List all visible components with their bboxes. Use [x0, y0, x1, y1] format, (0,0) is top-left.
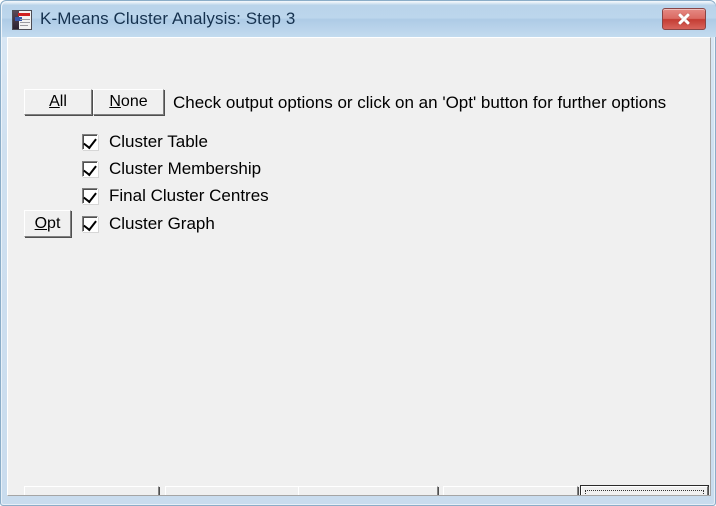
- option-row-cluster-membership: Cluster Membership: [82, 158, 261, 180]
- app-icon: [12, 10, 32, 30]
- finish-button[interactable]: Finish: [581, 486, 708, 497]
- cancel-button[interactable]: Cancel: [165, 486, 302, 497]
- option-label-final-cluster-centres: Final Cluster Centres: [109, 186, 269, 205]
- next-button-text: Next: [486, 496, 521, 497]
- option-label-cluster-table: Cluster Table: [109, 132, 208, 151]
- check-icon: [83, 134, 97, 150]
- check-icon: [83, 161, 97, 177]
- opt-button-label-rest: pt: [47, 214, 61, 232]
- select-none-button[interactable]: None: [93, 89, 164, 115]
- check-icon: [83, 188, 97, 204]
- checkbox-final-cluster-centres[interactable]: [82, 188, 98, 204]
- none-button-accel: N: [109, 93, 121, 110]
- next-button: Next >: [443, 486, 578, 497]
- opt-button-cluster-graph[interactable]: Opt: [24, 210, 71, 237]
- title-bar-sheen: [2, 2, 716, 5]
- finish-button-label-rest: inish: [632, 496, 667, 497]
- help-button-label-rest: elp: [86, 496, 109, 497]
- back-button[interactable]: < Back: [298, 486, 438, 497]
- window-title: K-Means Cluster Analysis: Step 3: [40, 9, 296, 28]
- all-button-label-rest: ll: [59, 93, 67, 110]
- option-label-cluster-graph: Cluster Graph: [109, 214, 215, 233]
- back-arrow-icon: <: [342, 496, 352, 497]
- help-button-accel: H: [74, 496, 86, 497]
- next-arrow-icon: >: [525, 496, 535, 497]
- option-label-cluster-membership: Cluster Membership: [109, 159, 262, 178]
- none-button-label-rest: one: [120, 93, 148, 110]
- option-row-cluster-graph: Cluster Graph: [82, 213, 215, 235]
- hint-text: Check output options or click on an 'Opt…: [173, 93, 667, 112]
- opt-button-accel: O: [34, 214, 48, 232]
- dialog-window: K-Means Cluster Analysis: Step 3 All Non…: [0, 0, 716, 506]
- dialog-client-area: All None Check output options or click o…: [7, 37, 711, 496]
- checkbox-cluster-graph[interactable]: [82, 216, 98, 232]
- help-button[interactable]: Help: [24, 486, 159, 497]
- checkbox-cluster-membership[interactable]: [82, 161, 98, 177]
- back-button-text: Back: [356, 496, 394, 497]
- cancel-button-label-rest: ancel: [219, 496, 260, 497]
- checkbox-cluster-table[interactable]: [82, 134, 98, 150]
- focus-indicator: [585, 490, 704, 495]
- select-all-button[interactable]: All: [24, 89, 92, 115]
- back-button-label: [352, 496, 357, 497]
- option-row-cluster-table: Cluster Table: [82, 131, 208, 153]
- title-bar[interactable]: K-Means Cluster Analysis: Step 3: [2, 2, 716, 37]
- option-row-final-cluster-centres: Final Cluster Centres: [82, 185, 269, 207]
- check-icon: [83, 216, 97, 232]
- cancel-button-accel: C: [207, 496, 219, 497]
- finish-button-accel: F: [622, 496, 632, 497]
- all-button-accel: A: [49, 93, 60, 110]
- close-button[interactable]: [662, 8, 706, 30]
